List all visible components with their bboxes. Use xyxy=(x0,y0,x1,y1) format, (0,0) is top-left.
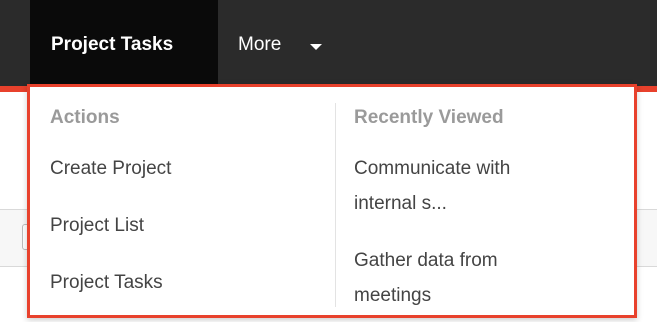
column-divider xyxy=(335,103,336,307)
recent-item-gather-data-line1[interactable]: Gather data from xyxy=(354,250,498,272)
recently-viewed-header: Recently Viewed xyxy=(354,107,504,128)
tab-project-tasks-label[interactable]: Project Tasks xyxy=(51,34,173,56)
recent-item-communicate-line1[interactable]: Communicate with xyxy=(354,158,510,180)
more-menu-button[interactable]: More xyxy=(238,34,281,56)
chevron-down-icon[interactable] xyxy=(310,44,322,50)
recent-item-gather-data-line2[interactable]: meetings xyxy=(354,285,431,307)
recent-item-communicate-line2[interactable]: internal s... xyxy=(354,193,447,215)
menu-item-project-list[interactable]: Project List xyxy=(50,215,144,237)
actions-header: Actions xyxy=(50,107,120,128)
more-dropdown-menu: Actions Create Project Project List Proj… xyxy=(27,84,637,318)
menu-item-create-project[interactable]: Create Project xyxy=(50,158,171,180)
menu-item-project-tasks[interactable]: Project Tasks xyxy=(50,272,163,294)
